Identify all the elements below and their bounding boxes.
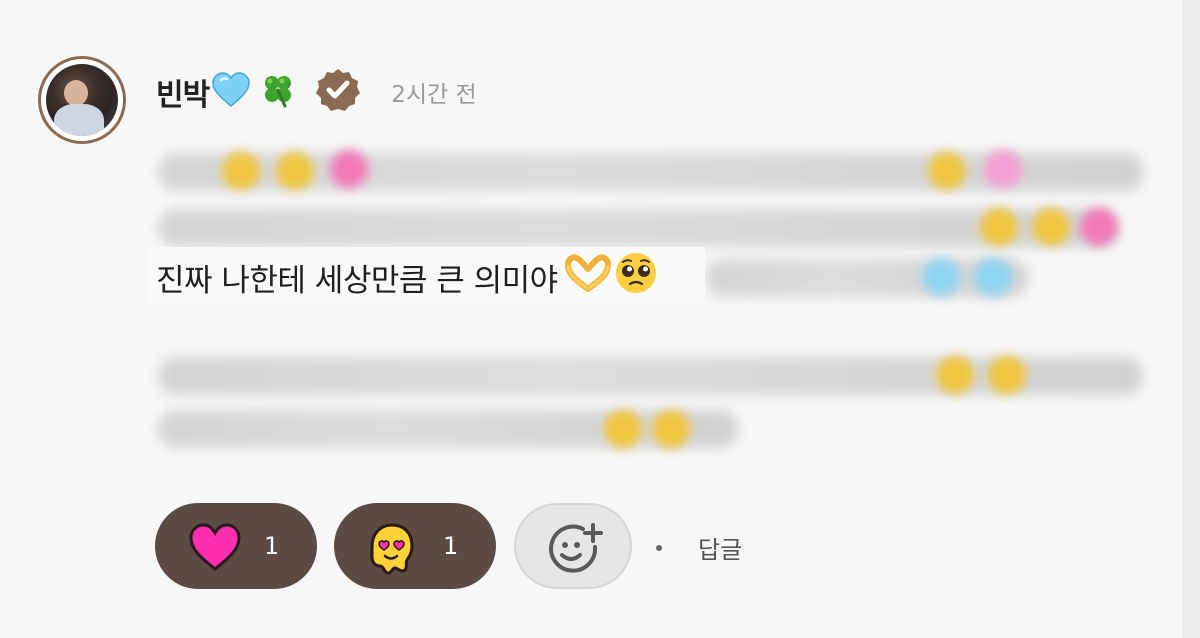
timestamp: 2시간 전 (391, 82, 477, 108)
blue-heart-icon (211, 72, 251, 112)
avatar-photo (46, 64, 118, 136)
reaction-melting-face-count: 1 (443, 532, 459, 560)
right-edge (1182, 0, 1200, 638)
comment-visible-line: 진짜 나한테 세상만큼 큰 의미야 (156, 251, 658, 303)
username[interactable]: 빈박 (156, 70, 210, 114)
comment-header: 빈박 2시간 전 (156, 66, 477, 118)
pink-heart-icon (188, 523, 242, 575)
reaction-heart-count: 1 (264, 532, 280, 560)
reaction-heart[interactable]: 1 (155, 503, 317, 589)
trailing-emojis (562, 251, 658, 303)
reply-link[interactable]: 답글 (656, 530, 742, 565)
reply-label: 답글 (698, 536, 743, 564)
pleading-face-icon (614, 251, 658, 303)
add-emoji-icon (547, 523, 603, 579)
heart-hands-icon (562, 253, 614, 301)
verified-badge-icon (315, 67, 361, 117)
comment-text: 진짜 나한테 세상만큼 큰 의미야 (156, 262, 558, 299)
avatar[interactable] (38, 56, 126, 144)
separator-dot (656, 544, 662, 551)
melting-heart-eyes-icon (364, 519, 420, 579)
reaction-melting-face[interactable]: 1 (334, 503, 496, 589)
four-leaf-clover-icon (259, 71, 297, 113)
add-reaction-button[interactable] (514, 503, 632, 589)
